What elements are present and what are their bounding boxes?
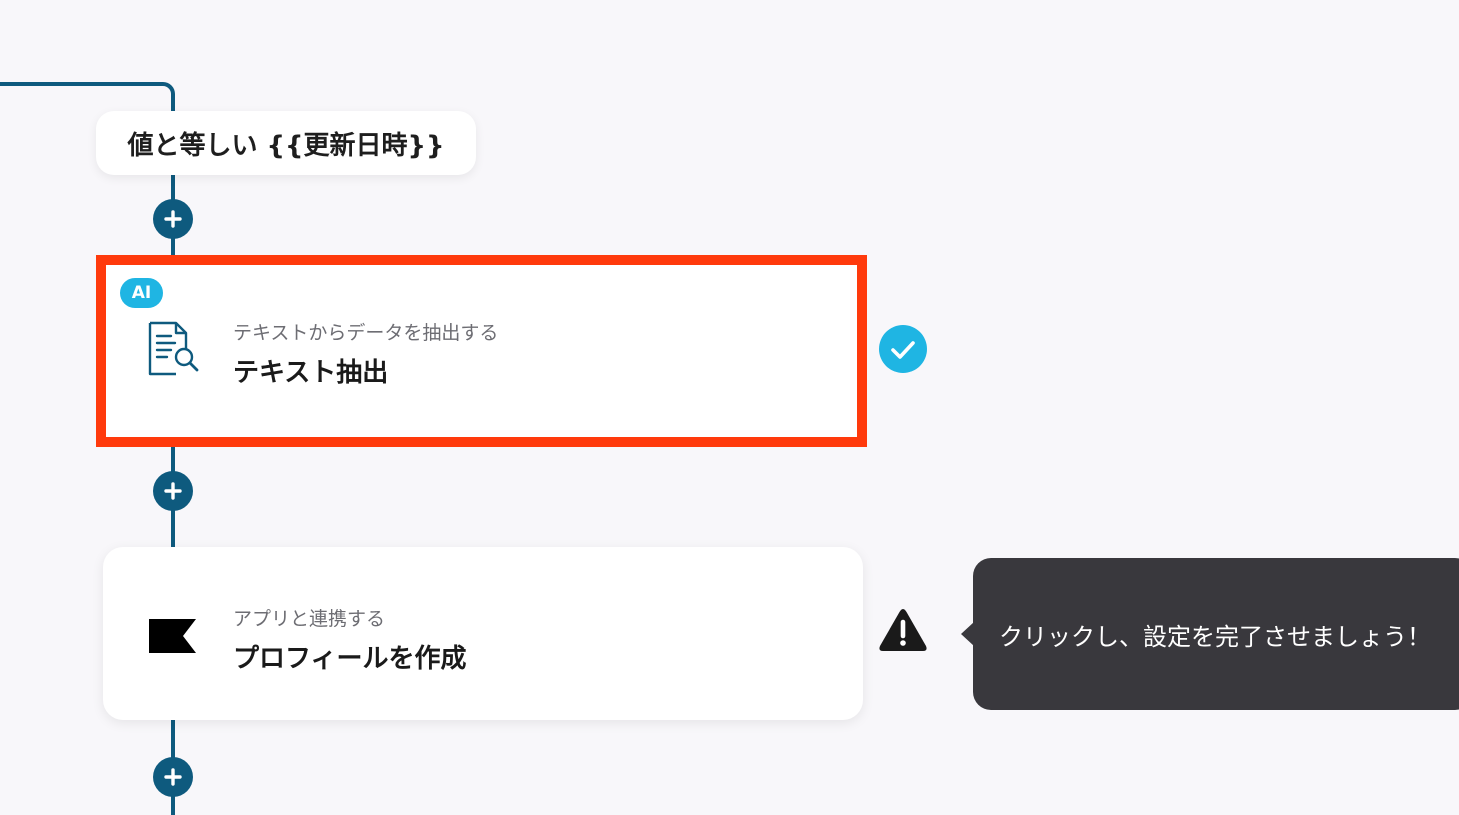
add-step-button[interactable]	[153, 199, 193, 239]
step-card-text-extraction[interactable]	[96, 255, 867, 447]
add-step-button[interactable]	[153, 757, 193, 797]
ai-badge: AI	[120, 278, 163, 308]
add-step-button[interactable]	[153, 471, 193, 511]
tooltip-text: クリックし、設定を完了させましょう！	[999, 622, 1431, 651]
document-search-icon	[148, 321, 199, 376]
step-subtitle: アプリと連携する	[233, 608, 386, 630]
condition-label: 値と等しい {{更新日時}}	[127, 130, 445, 161]
flag-icon	[149, 619, 196, 653]
warning-icon	[879, 609, 927, 651]
plus-icon	[164, 210, 182, 228]
setup-hint-tooltip[interactable]: クリックし、設定を完了させましょう！	[973, 558, 1459, 710]
step-title: テキスト抽出	[233, 358, 389, 388]
step-card-create-profile[interactable]	[103, 547, 863, 720]
complete-check-icon	[879, 325, 927, 373]
step-title: プロフィールを作成	[233, 644, 467, 674]
step-subtitle: テキストからデータを抽出する	[233, 322, 499, 344]
plus-icon	[164, 482, 182, 500]
condition-node[interactable]: 値と等しい {{更新日時}}	[96, 111, 476, 175]
flow-connector-top-horizontal	[0, 82, 163, 86]
plus-icon	[164, 768, 182, 786]
